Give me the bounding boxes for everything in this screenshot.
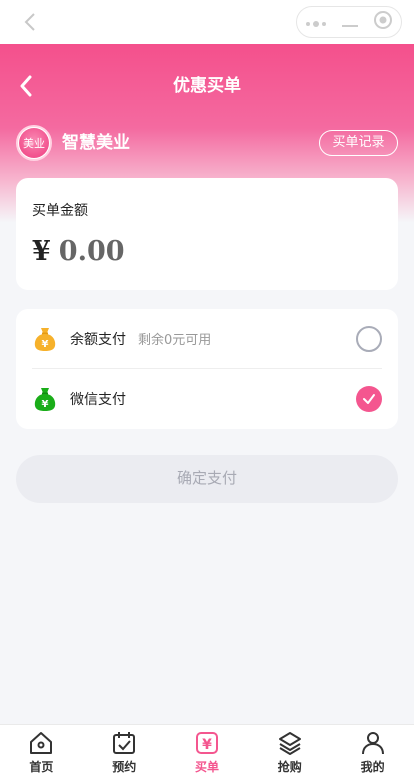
minimize-icon[interactable] bbox=[341, 13, 358, 32]
more-dots-icon[interactable] bbox=[305, 13, 327, 32]
tab-mine[interactable]: 我的 bbox=[331, 725, 414, 780]
money-bag-icon: ¥ bbox=[32, 386, 58, 412]
amount-value: 0.00 bbox=[58, 236, 125, 267]
tab-label: 抢购 bbox=[277, 760, 302, 774]
home-icon bbox=[28, 730, 54, 756]
tab-label: 我的 bbox=[360, 760, 385, 774]
payment-option-wechat[interactable]: ¥ 微信支付 bbox=[32, 369, 382, 429]
page-title: 优惠买单 bbox=[173, 76, 241, 96]
payment-record-button[interactable]: 买单记录 bbox=[319, 130, 398, 156]
amount-label: 买单金额 bbox=[32, 203, 88, 219]
capsule-menu bbox=[296, 6, 402, 38]
close-target-icon[interactable] bbox=[373, 10, 393, 34]
shop-logo: 美业 bbox=[16, 125, 52, 161]
layers-icon bbox=[277, 730, 303, 756]
payment-method-card: ¥ 余额支付 剩余0元可用 ¥ 微信支付 bbox=[16, 309, 398, 429]
tab-flash-sale[interactable]: 抢购 bbox=[248, 725, 331, 780]
radio-checked[interactable] bbox=[356, 386, 382, 412]
svg-text:¥: ¥ bbox=[42, 399, 49, 410]
bottom-tab-bar: 首页 预约 ¥ 买单 抢购 我的 bbox=[0, 724, 414, 780]
user-icon bbox=[360, 730, 386, 756]
yen-icon: ¥ bbox=[194, 730, 220, 756]
confirm-payment-button[interactable]: 确定支付 bbox=[16, 455, 398, 503]
tab-booking[interactable]: 预约 bbox=[83, 725, 166, 780]
money-bag-icon: ¥ bbox=[32, 326, 58, 352]
tab-label: 预约 bbox=[112, 760, 137, 774]
amount-card: 买单金额 ¥0.00 bbox=[16, 178, 398, 290]
back-arrow-icon[interactable] bbox=[18, 10, 42, 34]
tab-pay[interactable]: ¥ 买单 bbox=[166, 725, 249, 780]
radio-unchecked[interactable] bbox=[356, 326, 382, 352]
tab-label: 买单 bbox=[194, 760, 219, 774]
shop-logo-text: 美业 bbox=[19, 128, 49, 158]
currency-symbol: ¥ bbox=[32, 236, 51, 267]
system-top-bar bbox=[0, 0, 414, 44]
balance-available-text: 剩余0元可用 bbox=[138, 333, 212, 348]
checkmark-icon bbox=[363, 394, 375, 404]
tab-home[interactable]: 首页 bbox=[0, 725, 83, 780]
payment-option-balance[interactable]: ¥ 余额支付 剩余0元可用 bbox=[32, 309, 382, 369]
tab-label: 首页 bbox=[29, 760, 54, 774]
svg-text:¥: ¥ bbox=[42, 339, 49, 350]
amount-input[interactable]: ¥0.00 bbox=[32, 236, 125, 267]
calendar-check-icon bbox=[111, 730, 137, 756]
svg-text:¥: ¥ bbox=[202, 737, 212, 753]
shop-name: 智慧美业 bbox=[62, 133, 130, 153]
payment-option-name: 余额支付 bbox=[70, 331, 126, 348]
payment-option-name: 微信支付 bbox=[70, 392, 126, 408]
